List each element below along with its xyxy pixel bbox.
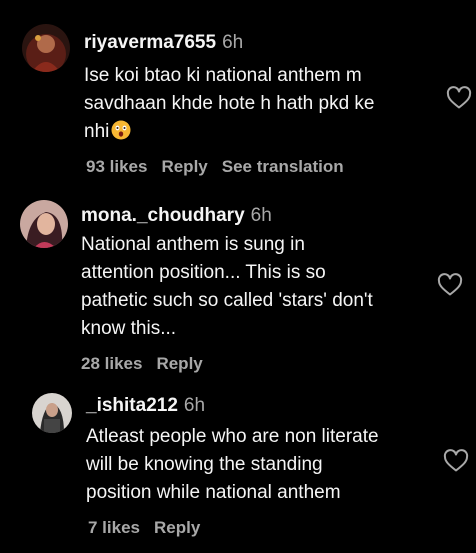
comment-timestamp: 6h <box>222 32 244 53</box>
reply-button[interactable]: Reply <box>156 354 202 373</box>
comment-item: mona._choudhary 6h National anthem is sun… <box>0 190 476 385</box>
comment-text: National anthem is sung in attention pos… <box>81 234 373 339</box>
comment-timestamp: 6h <box>183 395 206 416</box>
comment-username[interactable]: _ishita212 <box>86 395 178 416</box>
heart-outline-icon[interactable] <box>446 86 472 110</box>
heart-outline-icon[interactable] <box>443 449 469 473</box>
avatar[interactable] <box>32 393 72 433</box>
avatar[interactable] <box>22 24 70 72</box>
comment-username[interactable]: mona._choudhary <box>81 205 245 226</box>
reply-button[interactable]: Reply <box>161 157 207 176</box>
astonished-face-emoji-icon <box>111 120 131 140</box>
like-count[interactable]: 7 likes <box>88 518 140 537</box>
comment-text: Ise koi btao ki national anthem m savdha… <box>84 62 444 146</box>
comment-text: Atleast people who are non literate will… <box>86 426 379 503</box>
see-translation-button[interactable]: See translation <box>222 157 344 176</box>
like-count[interactable]: 28 likes <box>81 354 142 373</box>
heart-outline-icon[interactable] <box>437 273 463 297</box>
reply-button[interactable]: Reply <box>154 518 200 537</box>
comment-item: _ishita212 6h Atleast people who are non … <box>0 385 476 553</box>
avatar[interactable] <box>20 200 68 248</box>
like-count[interactable]: 93 likes <box>86 157 147 176</box>
comment-item: riyaverma7655 6h Ise koi btao ki national… <box>0 0 476 190</box>
comment-username[interactable]: riyaverma7655 <box>84 32 216 53</box>
comment-timestamp: 6h <box>250 205 272 226</box>
